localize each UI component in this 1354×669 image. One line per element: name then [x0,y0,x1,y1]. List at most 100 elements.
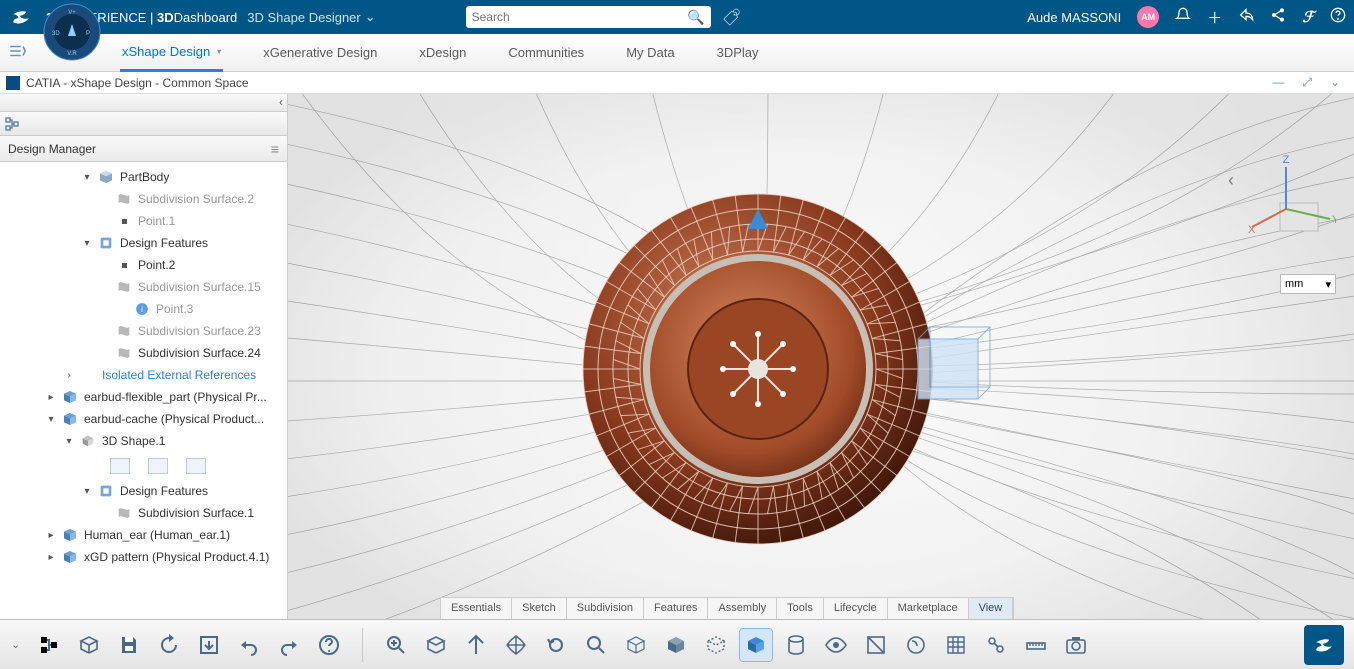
expand-icon[interactable]: ▸ [46,530,56,541]
normal-view-icon[interactable] [459,628,493,662]
wireframe-icon[interactable] [619,628,653,662]
tree-node[interactable]: Subdivision Surface.23 [0,320,287,342]
cmd-tab-tools[interactable]: Tools [777,598,824,619]
yz-plane-icon[interactable] [148,458,168,474]
tree-node[interactable]: ▾Design Features [0,480,287,502]
ds-home-button[interactable] [1304,625,1344,665]
expand-icon[interactable]: ▾ [82,486,92,497]
search-field[interactable]: 🔍 [466,6,711,28]
tab-my-data[interactable]: My Data [624,35,676,70]
tree-node[interactable]: ▾PartBody [0,166,287,188]
section-icon[interactable] [859,628,893,662]
menu-chevron-icon[interactable]: ⌄ [1330,75,1340,90]
plus-icon[interactable]: ＋ [1207,7,1222,28]
cmd-tab-features[interactable]: Features [644,598,708,619]
cylinder-icon[interactable] [779,628,813,662]
grid-icon[interactable] [939,628,973,662]
tree-node[interactable]: iPoint.3 [0,298,287,320]
cmd-tab-lifecycle[interactable]: Lifecycle [824,598,888,619]
hidden-icon[interactable] [699,628,733,662]
expand-icon[interactable]: ▸ [46,552,56,563]
tab-xshape-design[interactable]: xShape Design▾ [120,34,223,72]
cmd-tab-marketplace[interactable]: Marketplace [888,598,969,619]
tab-xdesign[interactable]: xDesign [417,35,468,70]
nav-tabs: xShape Design▾ xGenerative Design xDesig… [0,34,1354,72]
tree-node[interactable]: Subdivision Surface.15 [0,276,287,298]
expand-icon[interactable]: › [64,370,74,381]
tab-3dplay[interactable]: 3DPlay [715,35,761,70]
tag-icon[interactable]: 🏷 [721,7,741,27]
import-icon[interactable] [192,628,226,662]
minimize-icon[interactable]: — [1272,75,1284,90]
zoom-icon[interactable] [579,628,613,662]
app-selector[interactable]: 3D Shape Designer ⌄ [247,9,375,25]
undo-icon[interactable] [232,628,266,662]
cmd-tab-subdivision[interactable]: Subdivision [567,598,644,619]
tree-node[interactable]: Subdivision Surface.24 [0,342,287,364]
expand-icon[interactable]: ▸ [46,392,56,403]
restore-icon[interactable]: ⤢ [1302,75,1312,90]
unit-selector[interactable]: mm▾ [1280,274,1336,294]
3d-viewport[interactable]: ‹ Z X Y mm▾ [288,94,1354,669]
expand-icon[interactable]: ▾ [64,436,74,447]
shaded-edges-icon[interactable] [659,628,693,662]
model-tree-icon[interactable] [32,628,66,662]
search-icon[interactable]: 🔍 [687,9,704,26]
share-arrow-icon[interactable] [1238,7,1254,27]
view-prev-icon[interactable]: ‹ [1228,170,1234,191]
update-icon[interactable] [152,628,186,662]
xy-plane-icon[interactable] [110,458,130,474]
avatar[interactable]: AM [1137,6,1159,28]
tree-node[interactable]: ▸Human_ear (Human_ear.1) [0,524,287,546]
cmd-tab-essentials[interactable]: Essentials [441,598,512,619]
material-icon[interactable] [899,628,933,662]
visibility-icon[interactable] [819,628,853,662]
save-icon[interactable] [112,628,146,662]
tab-communities[interactable]: Communities [506,35,586,70]
rotate-icon[interactable] [539,628,573,662]
panel-grip[interactable]: ‹ [0,94,287,112]
share-nodes-icon[interactable] [1270,7,1286,27]
search-input[interactable] [472,10,688,24]
tree-node[interactable]: Subdivision Surface.1 [0,502,287,524]
zoom-fit-icon[interactable] [379,628,413,662]
toolbar-expand-icon[interactable]: ⌄ [11,638,20,651]
help-icon[interactable] [1330,7,1346,27]
feature-tree[interactable]: ▾PartBodySubdivision Surface.2Point.1▾De… [0,162,287,669]
sidebar-toggle-icon[interactable] [8,42,26,65]
isometric-view-icon[interactable] [72,628,106,662]
expand-icon[interactable]: ▾ [82,172,92,183]
cube-view-icon[interactable] [419,628,453,662]
username-label[interactable]: Aude MASSONI [1027,10,1121,25]
cmd-tab-assembly[interactable]: Assembly [708,598,777,619]
shaded-active-icon[interactable] [739,628,773,662]
bell-icon[interactable] [1175,7,1191,27]
flash-icon[interactable]: ℱ [1302,8,1314,26]
measure-icon[interactable] [1019,628,1053,662]
zx-plane-icon[interactable] [186,458,206,474]
constraints-icon[interactable] [979,628,1013,662]
panel-menu-icon[interactable]: ≡ [271,141,279,157]
capture-icon[interactable] [1059,628,1093,662]
tree-node[interactable]: ▸xGD pattern (Physical Product.4.1) [0,546,287,568]
collapse-left-icon[interactable]: ‹ [279,95,283,109]
tree-node[interactable]: Point.1 [0,210,287,232]
compass-widget[interactable]: V+ 3D P V.R [42,2,102,62]
help-icon[interactable] [312,628,346,662]
expand-icon[interactable]: ▾ [82,238,92,249]
cmd-tab-view[interactable]: View [969,598,1014,619]
tree-node[interactable]: ▸earbud-flexible_part (Physical Pr... [0,386,287,408]
tree-node[interactable]: Point.2 [0,254,287,276]
tree-node[interactable]: ›Isolated External References [0,364,287,386]
redo-icon[interactable] [272,628,306,662]
tree-node[interactable]: ▾3D Shape.1 [0,430,287,452]
tree-node[interactable]: Subdivision Surface.2 [0,188,287,210]
cmd-tab-sketch[interactable]: Sketch [512,598,567,619]
axis-gizmo[interactable]: Z X Y [1246,154,1336,244]
tree-icon[interactable] [4,116,20,132]
tree-node[interactable]: ▾Design Features [0,232,287,254]
tree-node[interactable]: ▾earbud-cache (Physical Product... [0,408,287,430]
expand-icon[interactable]: ▾ [46,414,56,425]
pan-icon[interactable] [499,628,533,662]
tab-xgenerative-design[interactable]: xGenerative Design [261,35,379,70]
